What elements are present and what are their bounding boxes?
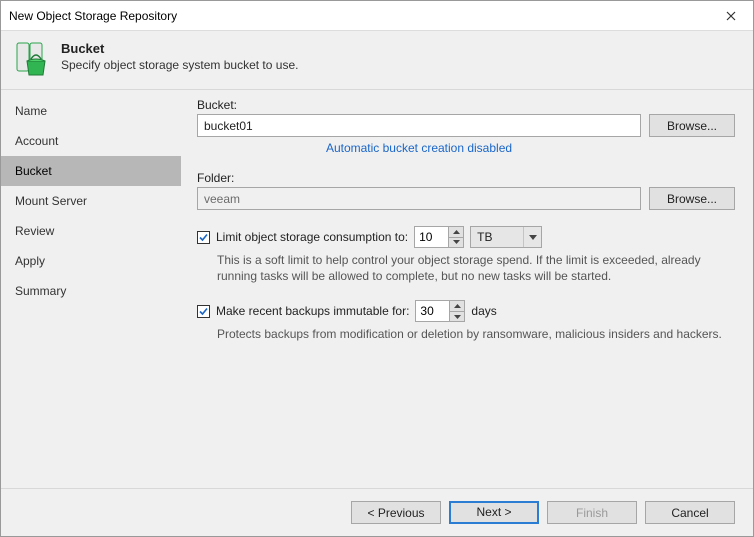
page-subtitle: Specify object storage system bucket to …: [61, 58, 298, 72]
limit-step-down[interactable]: [449, 237, 463, 248]
sidebar-item-review[interactable]: Review: [1, 216, 181, 246]
immutable-checkbox[interactable]: [197, 305, 210, 318]
finish-button: Finish: [547, 501, 637, 524]
limit-block: Limit object storage consumption to: TB …: [197, 226, 735, 284]
bucket-label: Bucket:: [197, 98, 735, 112]
bucket-icon: [15, 41, 51, 77]
cancel-button[interactable]: Cancel: [645, 501, 735, 524]
sidebar-item-account[interactable]: Account: [1, 126, 181, 156]
folder-browse-button[interactable]: Browse...: [649, 187, 735, 210]
previous-button[interactable]: < Previous: [351, 501, 441, 524]
chevron-up-icon: [453, 230, 460, 234]
titlebar: New Object Storage Repository: [1, 1, 753, 31]
limit-step-up[interactable]: [449, 227, 463, 237]
content-pane: Bucket: Browse... Automatic bucket creat…: [181, 90, 753, 488]
header-band: Bucket Specify object storage system buc…: [1, 31, 753, 90]
immutable-label: Make recent backups immutable for:: [216, 304, 409, 318]
chevron-down-icon: [454, 315, 461, 319]
bucket-browse-button[interactable]: Browse...: [649, 114, 735, 137]
bucket-input[interactable]: [197, 114, 641, 137]
close-button[interactable]: [708, 1, 753, 30]
sidebar-item-bucket[interactable]: Bucket: [1, 156, 181, 186]
next-button[interactable]: Next >: [449, 501, 539, 524]
dialog-footer: < Previous Next > Finish Cancel: [1, 488, 753, 536]
immutable-step-down[interactable]: [450, 311, 464, 322]
check-icon: [198, 306, 209, 317]
folder-block: Folder: Browse...: [197, 171, 735, 210]
limit-unit-arrow[interactable]: [523, 227, 541, 247]
immutable-unit: days: [471, 304, 496, 318]
window-title: New Object Storage Repository: [9, 9, 708, 23]
limit-checkbox[interactable]: [197, 231, 210, 244]
auto-bucket-hint[interactable]: Automatic bucket creation disabled: [197, 141, 641, 155]
immutable-value-input[interactable]: [415, 300, 449, 322]
folder-label: Folder:: [197, 171, 735, 185]
limit-label: Limit object storage consumption to:: [216, 230, 408, 244]
chevron-up-icon: [454, 304, 461, 308]
dialog-window: New Object Storage Repository Bucket Spe…: [0, 0, 754, 537]
immutable-step-up[interactable]: [450, 301, 464, 311]
sidebar-item-name[interactable]: Name: [1, 96, 181, 126]
immutable-block: Make recent backups immutable for: days …: [197, 300, 735, 342]
chevron-down-icon: [453, 240, 460, 244]
page-title: Bucket: [61, 41, 298, 56]
limit-value-stepper[interactable]: [414, 226, 464, 248]
check-icon: [198, 232, 209, 243]
limit-unit-value: TB: [471, 227, 523, 247]
close-icon: [726, 11, 736, 21]
dialog-body: Name Account Bucket Mount Server Review …: [1, 90, 753, 488]
immutable-value-stepper[interactable]: [415, 300, 465, 322]
limit-value-input[interactable]: [414, 226, 448, 248]
limit-help-text: This is a soft limit to help control you…: [217, 252, 735, 284]
chevron-down-icon: [529, 235, 537, 240]
sidebar-item-apply[interactable]: Apply: [1, 246, 181, 276]
folder-input[interactable]: [197, 187, 641, 210]
immutable-help-text: Protects backups from modification or de…: [217, 326, 735, 342]
limit-unit-combo[interactable]: TB: [470, 226, 542, 248]
wizard-sidebar: Name Account Bucket Mount Server Review …: [1, 90, 181, 488]
sidebar-item-mount-server[interactable]: Mount Server: [1, 186, 181, 216]
bucket-block: Bucket: Browse... Automatic bucket creat…: [197, 98, 735, 155]
sidebar-item-summary[interactable]: Summary: [1, 276, 181, 306]
